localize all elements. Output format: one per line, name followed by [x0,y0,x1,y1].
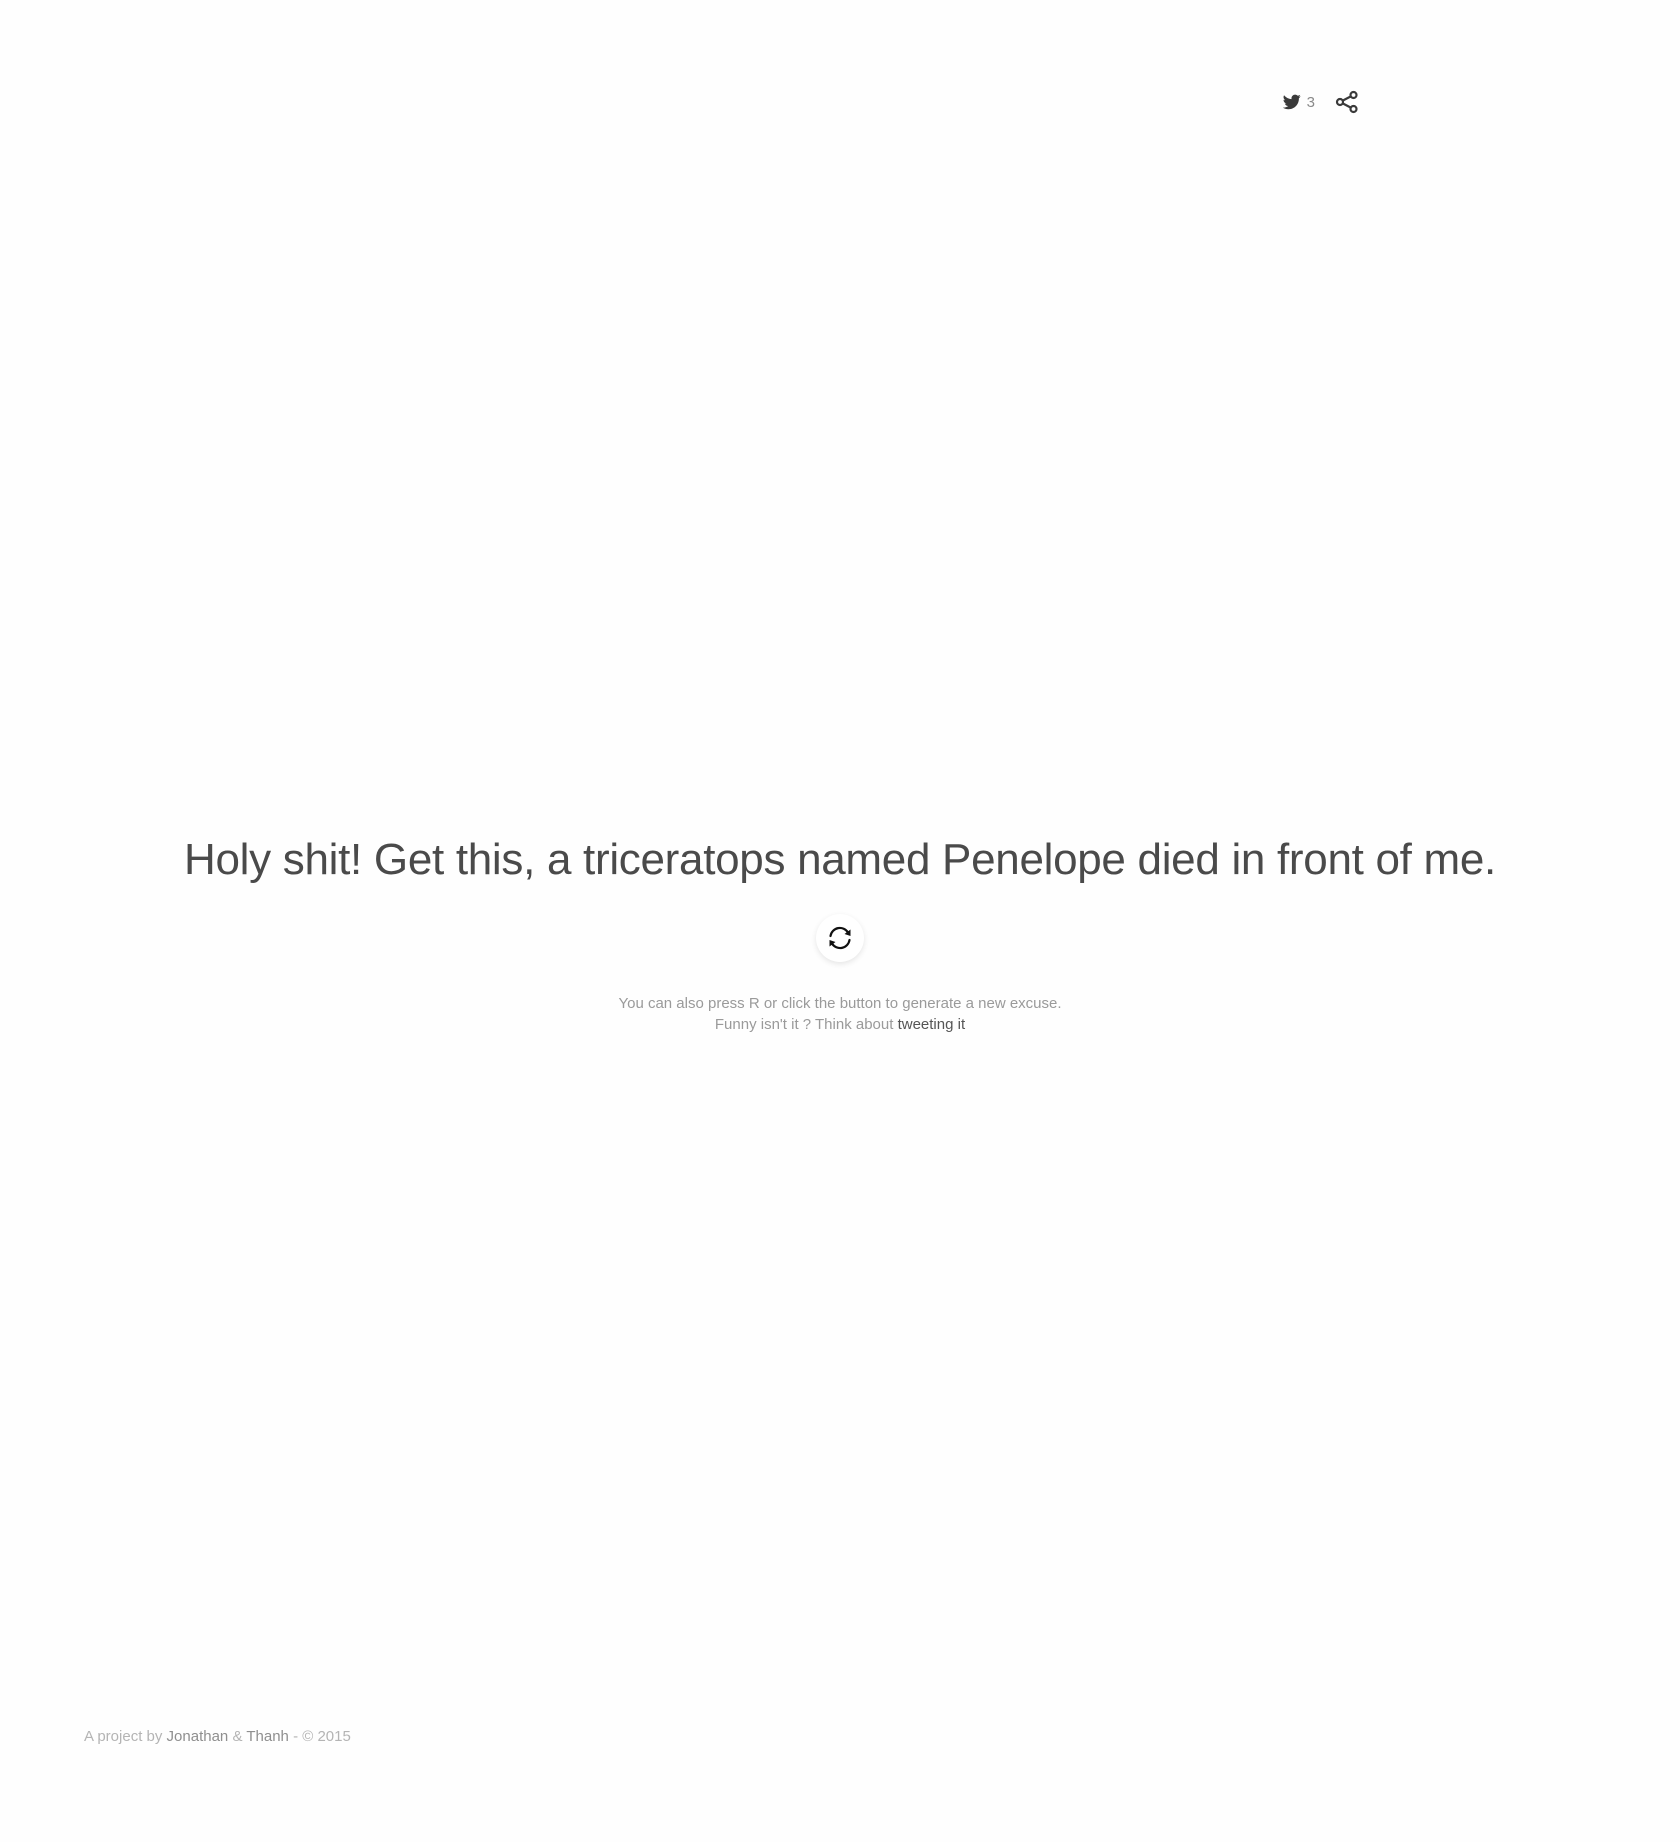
footer: A project by Jonathan & Thanh - © 2015 [84,1728,351,1745]
share-bar: 3 [1282,90,1359,114]
hint-line-2: Funny isn't it ? Think about tweeting it [0,1014,1680,1035]
author-thanh-link[interactable]: Thanh [246,1728,289,1745]
refresh-button[interactable] [816,914,864,962]
tweet-it-link[interactable]: tweeting it [898,1016,966,1033]
author-jonathan-link[interactable]: Jonathan [167,1728,229,1745]
page: 3 Holy shit! Get this, a triceratops nam… [0,0,1680,1842]
tweet-count-value: 3 [1306,93,1315,111]
hint-text: You can also press R or click the button… [0,993,1680,1035]
refresh-arrows-icon [829,926,851,950]
footer-copyright: - © 2015 [288,1728,351,1745]
share-nodes-icon[interactable] [1335,90,1359,114]
twitter-bird-icon [1282,94,1301,110]
excuse-text: Holy shit! Get this, a triceratops named… [184,835,1496,884]
footer-prefix: A project by [84,1728,167,1745]
hint-line-1: You can also press R or click the button… [618,995,1062,1012]
tweet-count-button[interactable]: 3 [1282,93,1315,111]
footer-separator: & [228,1728,247,1745]
hint-line-2-prefix: Funny isn't it ? Think about [714,1016,898,1033]
